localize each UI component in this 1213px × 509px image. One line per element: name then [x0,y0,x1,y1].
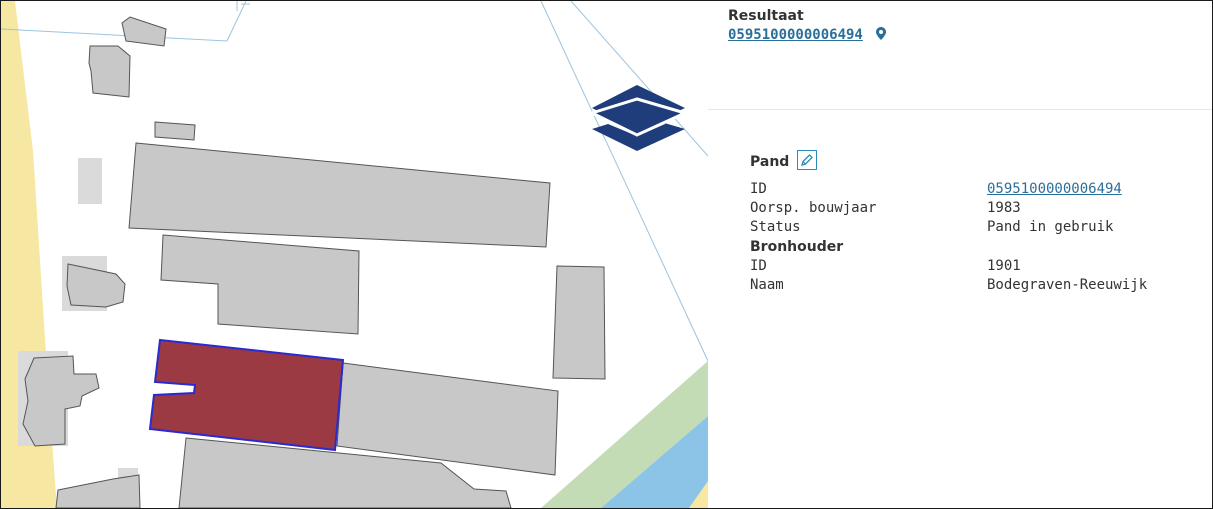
row-label: Oorsp. bouwjaar [750,199,877,216]
building [128,142,551,248]
building [66,263,126,308]
bronhouder-title: Bronhouder [750,238,844,255]
map-canvas[interactable] [1,1,708,508]
pand-rows: ID 0595100000006494 Oorsp. bouwjaar 1983… [750,180,1190,295]
divider [708,109,1212,110]
building [552,265,606,380]
row-label: ID [750,257,767,274]
pand-row-id: ID 0595100000006494 [750,180,1190,199]
building [121,16,167,47]
result-title: Resultaat [728,8,804,24]
pand-id-link[interactable]: 0595100000006494 [987,180,1122,199]
building [154,121,196,141]
pand-section: Pand ID 0595100000006494 Oorsp. bouwjaar… [750,149,1190,295]
row-label: Naam [750,276,784,293]
map-view[interactable] [1,1,708,508]
result-id-link[interactable]: 0595100000006494 [728,27,863,43]
pencil-icon [801,153,814,166]
row-label: Status [750,218,801,235]
pand-title: Pand [750,153,790,170]
bronhouder-row-id: ID 1901 [750,257,1190,276]
pand-row-status: Status Pand in gebruik [750,218,1190,237]
row-value: Pand in gebruik [987,218,1114,235]
edit-button[interactable] [797,149,818,170]
row-value: 1983 [987,199,1021,216]
layers-icon [591,85,690,151]
map-pin-icon[interactable] [875,25,886,44]
building [22,355,100,447]
building [160,234,360,335]
result-header: Resultaat 0595100000006494 [728,8,886,44]
layers-toggle-button[interactable] [591,81,691,153]
row-value: Bodegraven-Reeuwijk [987,276,1148,293]
info-panel: Resultaat 0595100000006494 Pand ID 05951… [708,1,1212,508]
viewer-frame: Resultaat 0595100000006494 Pand ID 05951… [0,0,1213,509]
row-label: ID [750,180,767,197]
building [88,45,131,98]
selected-building[interactable] [148,338,345,452]
row-value: 1901 [987,257,1021,274]
building [55,474,141,508]
pand-row-bouwjaar: Oorsp. bouwjaar 1983 [750,199,1190,218]
bronhouder-row-naam: Naam Bodegraven-Reeuwijk [750,276,1190,295]
